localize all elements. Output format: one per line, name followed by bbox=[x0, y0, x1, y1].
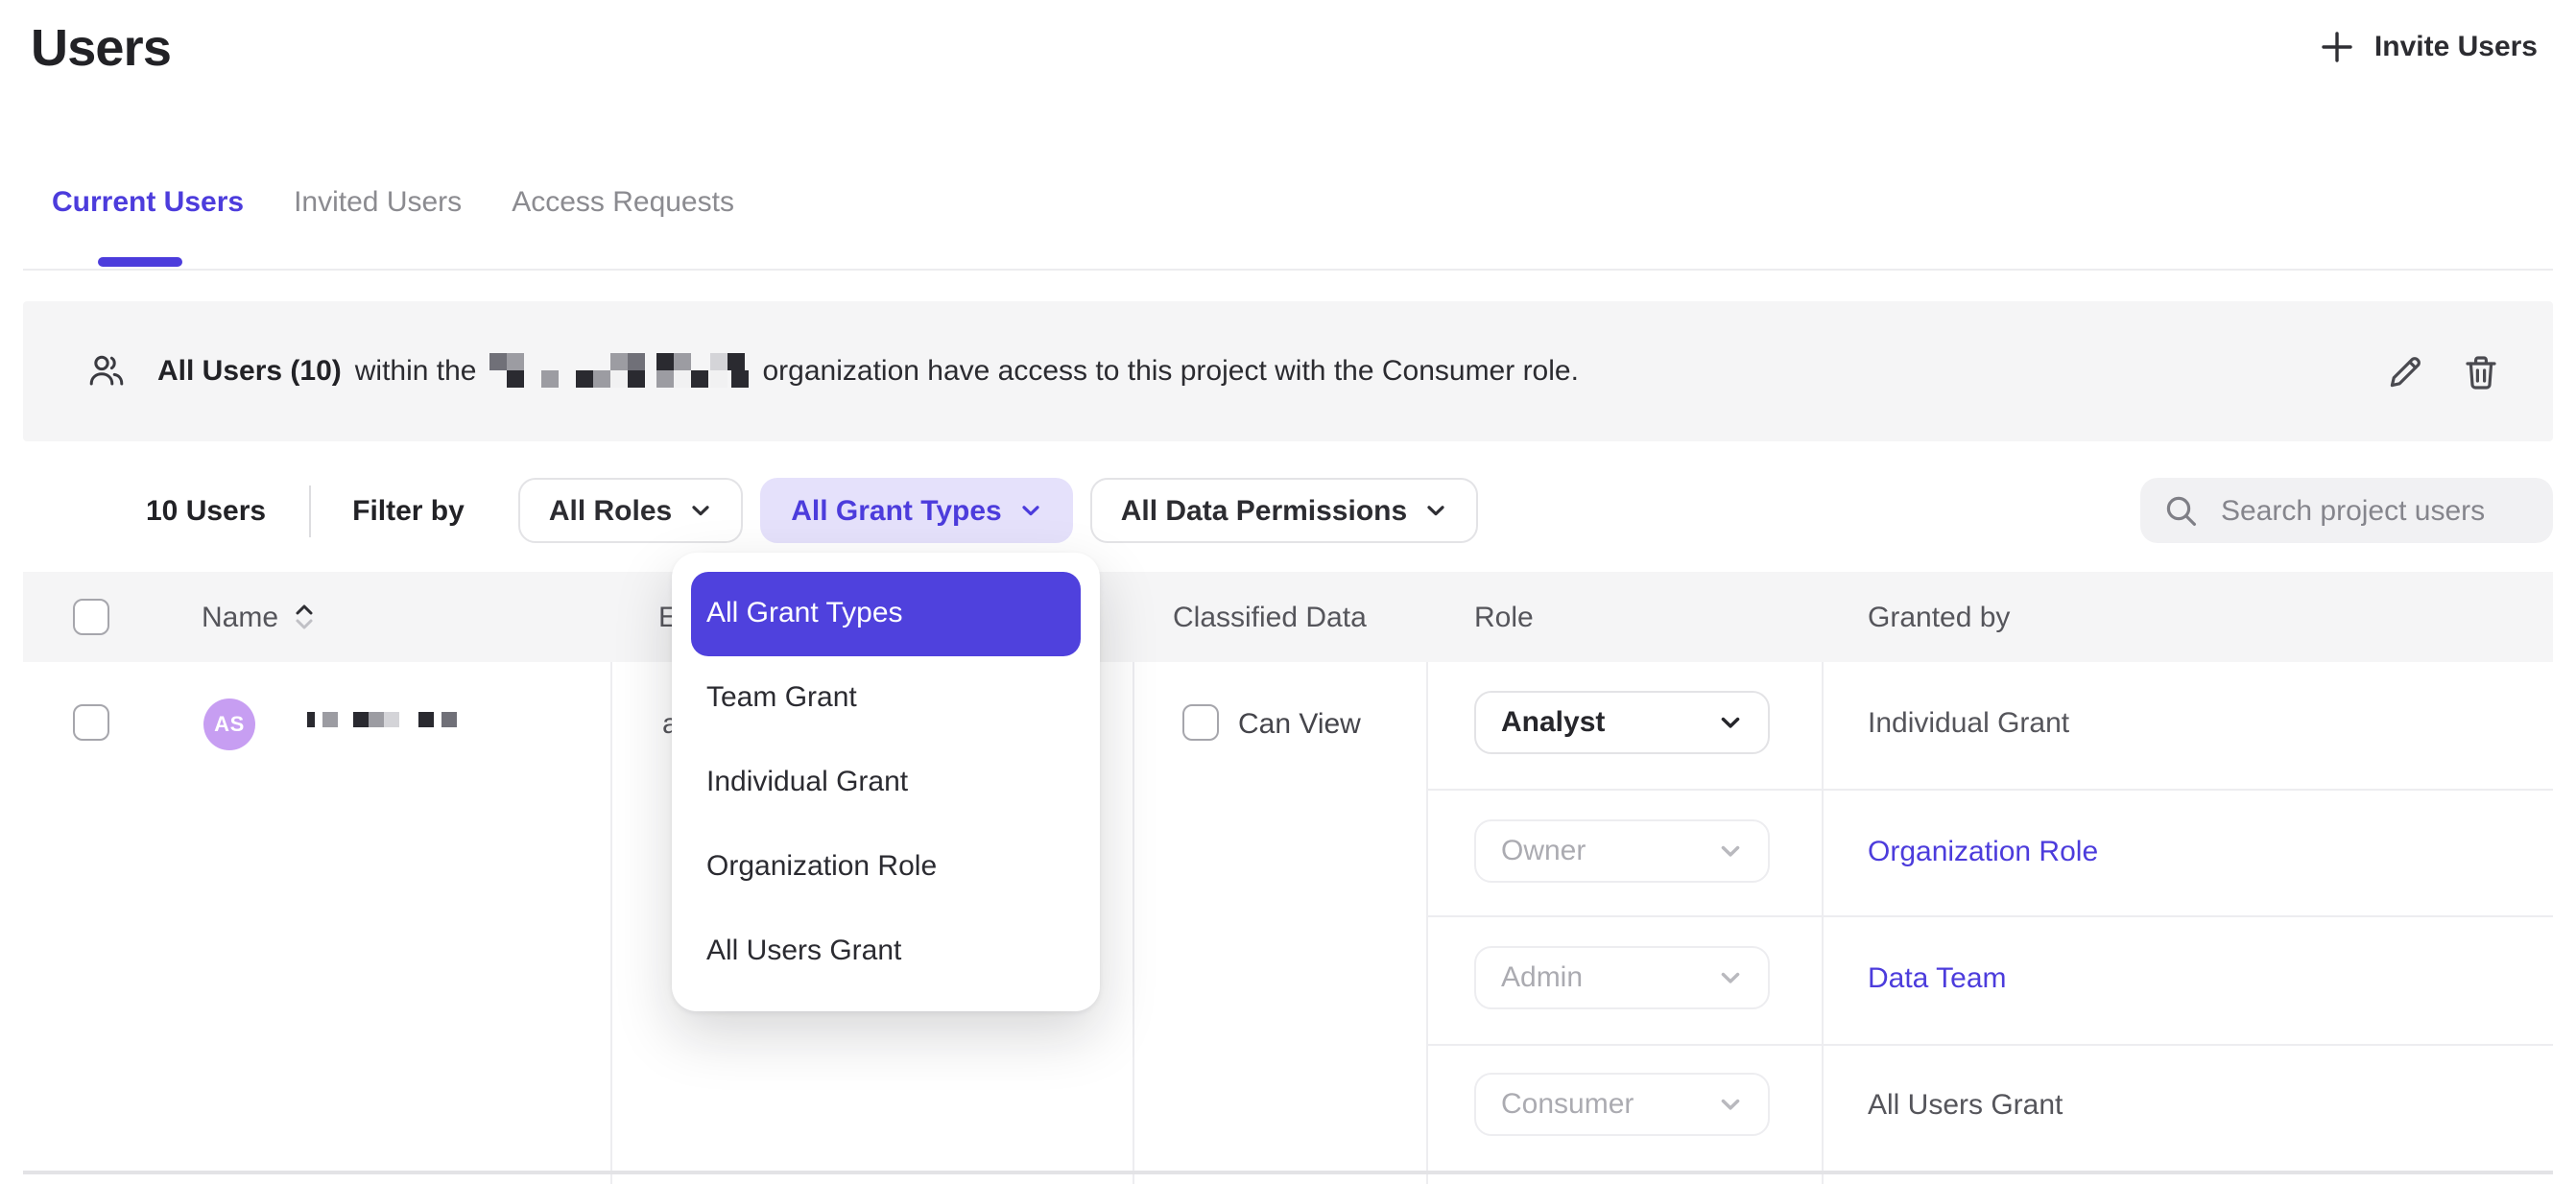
search-input[interactable] bbox=[2217, 492, 2530, 529]
granted-by-value: All Users Grant bbox=[1868, 1089, 2063, 1122]
granted-by-link[interactable]: Organization Role bbox=[1868, 836, 2098, 868]
banner-text-before: within the bbox=[355, 355, 477, 388]
avatar: AS bbox=[203, 699, 255, 750]
column-header-granted-by[interactable]: Granted by bbox=[1868, 601, 2010, 633]
all-roles-label: All Roles bbox=[549, 494, 672, 527]
menu-item-all-grant-types[interactable]: All Grant Types bbox=[691, 572, 1081, 656]
active-tab-indicator bbox=[98, 257, 182, 267]
search-icon bbox=[2163, 493, 2198, 528]
can-view-checkbox[interactable] bbox=[1182, 704, 1219, 741]
delete-button[interactable] bbox=[2463, 352, 2499, 391]
table-body: AS a Can View Analyst Owner Admin Consum… bbox=[0, 662, 2576, 1184]
vertical-divider bbox=[308, 485, 310, 536]
menu-item-all-users-grant[interactable]: All Users Grant bbox=[691, 908, 1081, 992]
name-header-label: Name bbox=[202, 601, 278, 633]
page-title: Users bbox=[31, 19, 171, 79]
tab-current-users[interactable]: Current Users bbox=[52, 186, 244, 219]
column-header-role[interactable]: Role bbox=[1474, 601, 1534, 633]
pencil-icon bbox=[2386, 352, 2424, 391]
role-select-analyst[interactable]: Analyst bbox=[1474, 691, 1770, 754]
column-divider bbox=[1426, 662, 1428, 1184]
chevron-down-icon bbox=[689, 499, 712, 522]
column-header-name[interactable]: Name bbox=[202, 601, 315, 633]
redacted-user-name bbox=[307, 712, 453, 735]
grant-row-separator bbox=[1426, 915, 2553, 917]
tab-bar: Current Users Invited Users Access Reque… bbox=[52, 186, 734, 219]
edit-button[interactable] bbox=[2386, 352, 2424, 391]
grant-row-separator bbox=[1426, 1044, 2553, 1046]
banner-highlight: All Users (10) bbox=[157, 355, 342, 388]
filter-by-label: Filter by bbox=[352, 494, 465, 527]
menu-item-organization-role[interactable]: Organization Role bbox=[691, 824, 1081, 909]
all-roles-filter[interactable]: All Roles bbox=[518, 478, 743, 543]
row-divider bbox=[23, 1171, 2553, 1174]
trash-icon bbox=[2463, 352, 2499, 391]
can-view-label: Can View bbox=[1238, 708, 1361, 741]
role-select-admin[interactable]: Admin bbox=[1474, 946, 1770, 1009]
filter-bar: 10 Users Filter by All Roles All Grant T… bbox=[23, 476, 2553, 545]
redacted-organization-name bbox=[490, 353, 750, 390]
tabs-divider bbox=[23, 269, 2553, 271]
plus-icon bbox=[2321, 31, 2353, 63]
invite-users-button[interactable]: Invite Users bbox=[2321, 31, 2538, 63]
all-grant-types-filter[interactable]: All Grant Types bbox=[760, 478, 1073, 543]
all-data-permissions-label: All Data Permissions bbox=[1121, 494, 1407, 527]
grant-row-separator bbox=[1426, 789, 2553, 791]
all-grant-types-label: All Grant Types bbox=[791, 494, 1002, 527]
column-divider bbox=[610, 662, 612, 1184]
granted-by-link[interactable]: Data Team bbox=[1868, 962, 2007, 995]
all-users-banner: All Users (10) within the organization h… bbox=[23, 301, 2553, 441]
banner-text: All Users (10) within the organization h… bbox=[157, 301, 1579, 441]
column-divider bbox=[1133, 662, 1134, 1184]
menu-item-team-grant[interactable]: Team Grant bbox=[691, 656, 1081, 741]
invite-users-label: Invite Users bbox=[2374, 31, 2538, 63]
menu-item-individual-grant[interactable]: Individual Grant bbox=[691, 740, 1081, 824]
role-value: Owner bbox=[1501, 835, 1586, 867]
user-count: 10 Users bbox=[146, 494, 266, 527]
tab-access-requests[interactable]: Access Requests bbox=[512, 186, 734, 219]
tab-invited-users[interactable]: Invited Users bbox=[294, 186, 462, 219]
all-data-permissions-filter[interactable]: All Data Permissions bbox=[1090, 478, 1478, 543]
role-value: Admin bbox=[1501, 961, 1583, 994]
table-header: Name Email Classified Data Role Granted … bbox=[23, 572, 2553, 662]
chevron-down-icon bbox=[1019, 499, 1042, 522]
banner-text-after: organization have access to this project… bbox=[763, 355, 1579, 388]
search-project-users[interactable] bbox=[2140, 478, 2553, 543]
grant-types-dropdown-menu: All Grant Types Team Grant Individual Gr… bbox=[672, 553, 1100, 1011]
column-header-classified-data[interactable]: Classified Data bbox=[1173, 601, 1367, 633]
column-divider bbox=[1822, 662, 1824, 1184]
users-group-icon bbox=[88, 353, 125, 397]
role-value: Analyst bbox=[1501, 706, 1605, 739]
sort-icon bbox=[294, 603, 315, 629]
users-page: Users Invite Users Current Users Invited… bbox=[0, 0, 2576, 1184]
role-value: Consumer bbox=[1501, 1088, 1634, 1121]
role-select-owner[interactable]: Owner bbox=[1474, 819, 1770, 883]
chevron-down-icon bbox=[1424, 499, 1447, 522]
role-select-consumer[interactable]: Consumer bbox=[1474, 1073, 1770, 1136]
select-all-checkbox[interactable] bbox=[73, 599, 109, 635]
granted-by-value: Individual Grant bbox=[1868, 707, 2069, 740]
row-checkbox[interactable] bbox=[73, 704, 109, 741]
banner-actions bbox=[2386, 301, 2499, 441]
